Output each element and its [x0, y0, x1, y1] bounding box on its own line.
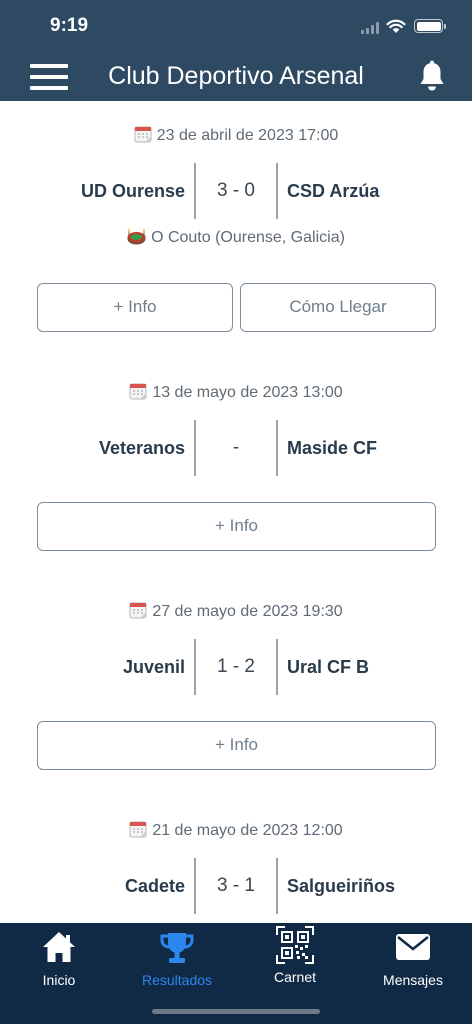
tab-label: Resultados: [141, 972, 213, 988]
battery-icon: [414, 19, 446, 33]
match-score: 1 - 2: [216, 656, 256, 677]
calendar-icon: [129, 383, 147, 400]
divider: [276, 163, 278, 219]
page-title: Club Deportivo Arsenal: [108, 62, 364, 90]
match-score: 3 - 1: [216, 875, 256, 896]
qr-code-icon: [276, 926, 314, 964]
stadium-icon: [127, 228, 146, 245]
match-score: -: [232, 437, 240, 458]
score-row: Veteranos - Maside CF: [0, 420, 472, 478]
home-team: Veteranos: [98, 438, 185, 458]
notifications-bell-icon[interactable]: [418, 60, 446, 92]
wifi-icon: [386, 19, 406, 33]
away-team: Salgueiriños: [287, 876, 396, 896]
app-header: 9:19 Club Deportivo Arsenal: [0, 0, 472, 101]
match-venue: O Couto (Ourense, Galicia): [0, 228, 472, 247]
tab-inicio[interactable]: Inicio: [0, 929, 118, 989]
match-date-text: 27 de mayo de 2023 19:30: [152, 603, 343, 620]
venue-text: O Couto (Ourense, Galicia): [151, 229, 345, 246]
calendar-icon: [129, 821, 147, 838]
home-icon: [43, 932, 75, 962]
calendar-icon: [129, 602, 147, 619]
match-date-text: 13 de mayo de 2023 13:00: [152, 384, 343, 401]
divider: [276, 858, 278, 914]
away-team: Maside CF: [287, 438, 378, 458]
results-list[interactable]: 23 de abril de 2023 17:00 UD Ourense 3 -…: [0, 101, 472, 923]
tab-label: Inicio: [42, 972, 76, 988]
away-team: CSD Arzúa: [287, 181, 380, 201]
info-button[interactable]: + Info: [37, 283, 233, 332]
match-date-text: 21 de mayo de 2023 12:00: [152, 822, 343, 839]
status-time: 9:19: [50, 15, 89, 36]
match-date: 27 de mayo de 2023 19:30: [0, 601, 472, 625]
mail-icon: [396, 934, 430, 960]
status-bar: 9:19: [0, 0, 472, 50]
tab-label: Carnet: [273, 969, 317, 985]
home-team: UD Ourense: [80, 181, 185, 201]
tab-mensajes[interactable]: Mensajes: [354, 929, 472, 989]
tab-carnet[interactable]: Carnet: [236, 926, 354, 989]
match-date: 21 de mayo de 2023 12:00: [0, 820, 472, 844]
match-score: 3 - 0: [216, 180, 256, 201]
trophy-icon: [160, 933, 194, 963]
directions-button[interactable]: Cómo Llegar: [240, 283, 436, 332]
score-row: UD Ourense 3 - 0 CSD Arzúa: [0, 163, 472, 221]
divider: [276, 420, 278, 476]
home-team: Juvenil: [122, 657, 185, 677]
match-date: 23 de abril de 2023 17:00: [0, 125, 472, 149]
score-row: Cadete 3 - 1 Salgueiriños: [0, 858, 472, 916]
cellular-signal-icon: [361, 22, 381, 34]
divider: [276, 639, 278, 695]
score-row: Juvenil 1 - 2 Ural CF B: [0, 639, 472, 697]
info-button[interactable]: + Info: [37, 502, 436, 551]
info-button[interactable]: + Info: [37, 721, 436, 770]
away-team: Ural CF B: [287, 657, 370, 677]
calendar-icon: [134, 126, 152, 143]
match-date-text: 23 de abril de 2023 17:00: [156, 127, 339, 144]
tab-label: Mensajes: [383, 972, 443, 988]
home-team: Cadete: [124, 876, 185, 896]
home-indicator: [152, 1009, 320, 1014]
tab-resultados[interactable]: Resultados: [118, 929, 236, 989]
match-date: 13 de mayo de 2023 13:00: [0, 382, 472, 406]
